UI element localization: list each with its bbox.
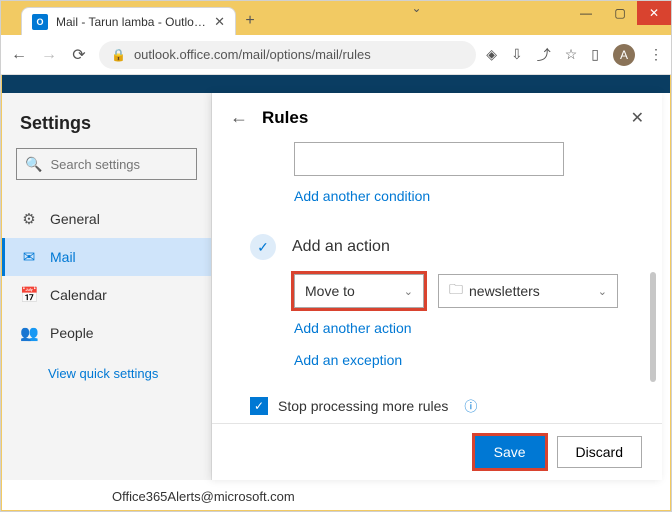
sidebar-item-calendar[interactable]: 📅 Calendar — [2, 276, 211, 314]
gear-icon: ⚙ — [20, 210, 38, 228]
new-tab-button[interactable]: + — [236, 7, 264, 35]
calendar-icon: 📅 — [20, 286, 38, 304]
modal-title: Rules — [262, 108, 617, 128]
outlook-favicon: O — [32, 14, 48, 30]
sidebar-item-people[interactable]: 👥 People — [2, 314, 211, 352]
view-quick-settings-link[interactable]: View quick settings — [2, 352, 211, 381]
share-icon[interactable]: ⤴ — [537, 45, 551, 65]
action-type-value: Move to — [305, 283, 355, 299]
scrollbar-thumb[interactable] — [650, 272, 656, 382]
nav-back-icon[interactable]: ← — [9, 46, 29, 64]
add-condition-link[interactable]: Add another condition — [294, 176, 632, 216]
nav-reload-icon[interactable]: ⟳ — [69, 45, 89, 65]
action-type-dropdown[interactable]: Move to ⌄ — [294, 274, 424, 308]
save-button[interactable]: Save — [475, 436, 545, 468]
search-icon: 🔍 — [25, 156, 42, 173]
discard-button[interactable]: Discard — [557, 436, 642, 468]
sidepanel-icon[interactable]: ▯ — [591, 46, 599, 63]
condition-value-box[interactable] — [294, 142, 564, 176]
settings-sidebar: Settings 🔍 ⚙ General ✉ Mail 📅 Cal — [2, 93, 212, 480]
window-close-button[interactable]: ✕ — [637, 1, 671, 25]
tab-close-icon[interactable]: ✕ — [214, 14, 225, 30]
chevron-down-icon: ⌄ — [404, 285, 413, 298]
add-exception-link[interactable]: Add an exception — [294, 348, 632, 380]
settings-search[interactable]: 🔍 — [16, 148, 197, 180]
settings-title: Settings — [2, 93, 211, 148]
stop-processing-checkbox[interactable]: ✓ — [250, 397, 268, 415]
sidebar-item-general[interactable]: ⚙ General — [2, 200, 211, 238]
info-icon[interactable]: ⓘ — [464, 396, 477, 415]
window-maximize-button[interactable]: ▢ — [603, 1, 637, 25]
sidebar-label-general: General — [50, 211, 100, 227]
back-icon[interactable]: ← — [230, 107, 248, 128]
tab-overflow-icon[interactable]: ⌄ — [411, 1, 421, 15]
menu-icon[interactable]: ⋮ — [649, 46, 663, 63]
install-icon[interactable]: ⇩ — [511, 46, 523, 63]
folder-icon: 🗀 — [449, 279, 463, 303]
stop-processing-label: Stop processing more rules — [278, 398, 448, 414]
rules-modal: ← Rules ✕ Add another condition ✓ Add an… — [212, 93, 662, 480]
folder-value: newsletters — [469, 283, 540, 299]
background-email-text: Office365Alerts@microsoft.com — [112, 489, 295, 504]
chevron-down-icon: ⌄ — [598, 285, 607, 298]
add-action-link[interactable]: Add another action — [294, 308, 632, 348]
address-bar[interactable]: 🔒 outlook.office.com/mail/options/mail/r… — [99, 41, 476, 69]
sidebar-item-mail[interactable]: ✉ Mail — [2, 238, 211, 276]
sidebar-label-people: People — [50, 325, 94, 341]
browser-tab[interactable]: O Mail - Tarun lamba - Outlook ✕ — [21, 7, 236, 35]
sidebar-label-calendar: Calendar — [50, 287, 107, 303]
action-section-label: Add an action — [292, 238, 390, 256]
profile-avatar[interactable]: A — [613, 44, 635, 66]
nav-forward-icon: → — [39, 46, 59, 64]
window-minimize-button[interactable]: — — [569, 1, 603, 25]
extension-icon[interactable]: ◈ — [486, 46, 497, 63]
app-header-strip — [2, 75, 670, 93]
tab-title: Mail - Tarun lamba - Outlook — [56, 15, 206, 29]
url-text: outlook.office.com/mail/options/mail/rul… — [134, 47, 371, 62]
folder-dropdown[interactable]: 🗀 newsletters ⌄ — [438, 274, 618, 308]
people-icon: 👥 — [20, 324, 38, 342]
lock-icon: 🔒 — [111, 48, 126, 62]
sidebar-label-mail: Mail — [50, 249, 76, 265]
bookmark-icon[interactable]: ☆ — [565, 46, 578, 63]
action-check-icon: ✓ — [250, 234, 276, 260]
close-icon[interactable]: ✕ — [631, 108, 644, 128]
mail-icon: ✉ — [20, 248, 38, 266]
settings-search-input[interactable] — [50, 157, 226, 172]
